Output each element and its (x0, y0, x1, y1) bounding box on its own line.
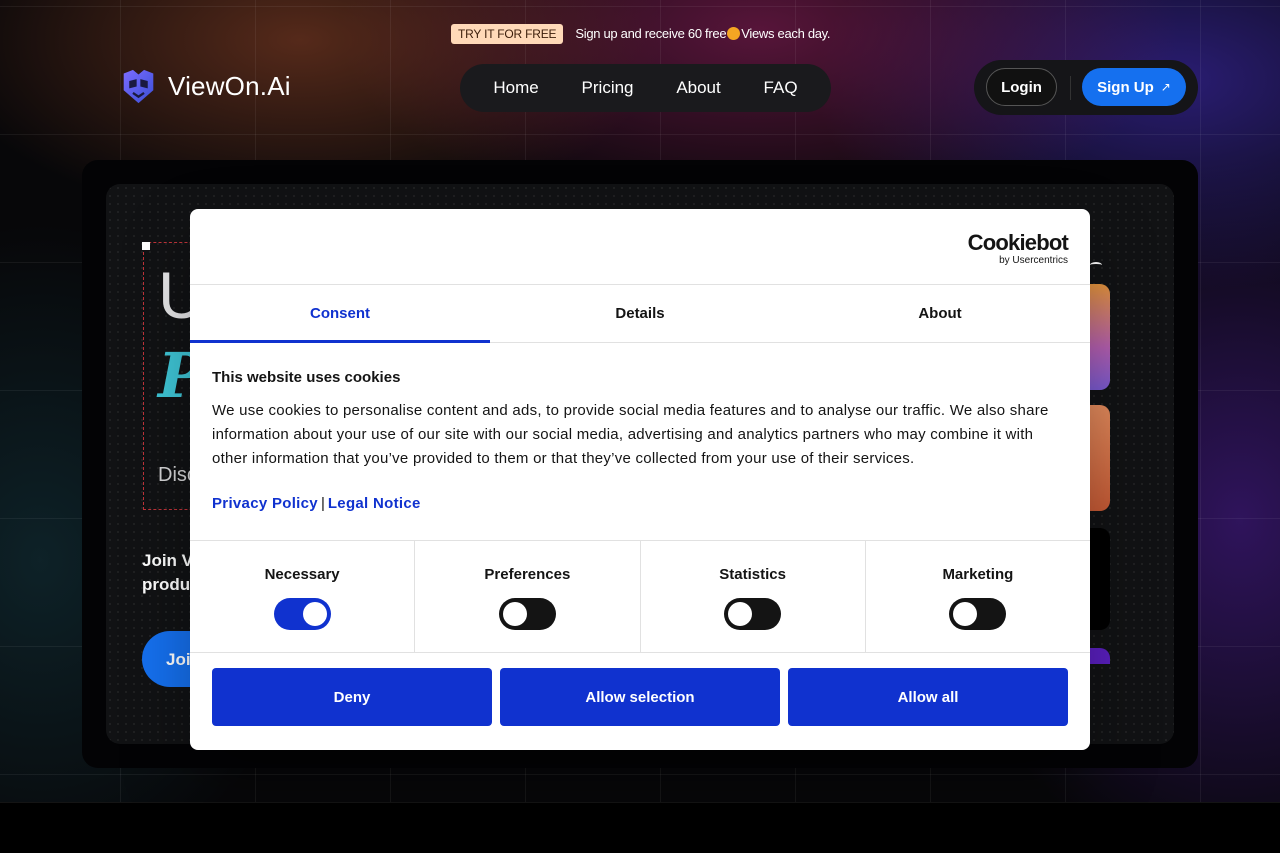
hero-tile-2 (1090, 405, 1110, 511)
necessary-toggle[interactable] (273, 598, 331, 630)
marketing-toggle[interactable] (949, 598, 1007, 630)
cookiebot-logo[interactable]: Cookiebot by Usercentrics (967, 230, 1069, 267)
category-label: Necessary (264, 566, 340, 583)
brand-name: ViewOn.Ai (168, 71, 291, 101)
cookie-tabs: Consent Details About (190, 285, 1090, 343)
promo-text-after: Views each day. (741, 26, 831, 41)
cookiebot-logo-main: Cookiebot (967, 230, 1069, 255)
toggle-knob (728, 602, 753, 626)
category-label: Preferences (484, 566, 571, 583)
deny-button[interactable]: Deny (212, 668, 492, 726)
frame-handle (142, 242, 150, 250)
tab-about[interactable]: About (790, 285, 1090, 342)
legal-notice-link[interactable]: Legal Notice (328, 495, 421, 512)
link-separator: | (320, 495, 325, 512)
coin-icon (727, 27, 741, 40)
privacy-policy-link[interactable]: Privacy Policy (212, 495, 318, 512)
cookie-categories: Necessary Preferences Statistics Marketi… (190, 540, 1090, 653)
promo-text: Sign up and receive 60 free Views each d… (575, 26, 830, 41)
cookie-dialog: Cookiebot by Usercentrics Consent Detail… (190, 209, 1090, 750)
category-marketing: Marketing (866, 541, 1090, 652)
promo-bar: TRY IT FOR FREE Sign up and receive 60 f… (451, 23, 831, 44)
category-preferences: Preferences (415, 541, 641, 652)
nav-pricing[interactable]: Pricing (582, 78, 634, 98)
statistics-toggle[interactable] (724, 598, 782, 630)
signup-button[interactable]: Sign Up ↗ (1082, 68, 1186, 106)
auth-group: Login Sign Up ↗ (974, 60, 1198, 115)
promo-text-before: Sign up and receive 60 free (575, 26, 727, 41)
hero-tile-4 (1090, 648, 1110, 664)
signup-label: Sign Up (1097, 78, 1154, 96)
login-button[interactable]: Login (986, 68, 1057, 106)
tab-consent[interactable]: Consent (190, 285, 490, 343)
viewon-logo-icon (123, 69, 154, 104)
main-nav: Home Pricing About FAQ (460, 64, 831, 112)
footer-band (0, 802, 1280, 853)
auth-divider (1070, 76, 1071, 100)
preferences-toggle[interactable] (498, 598, 556, 630)
category-label: Marketing (942, 566, 1014, 583)
brand-logo[interactable]: ViewOn.Ai (120, 68, 291, 105)
cookie-links: Privacy Policy | Legal Notice (212, 495, 1068, 512)
nav-faq[interactable]: FAQ (764, 78, 798, 98)
category-necessary: Necessary (190, 541, 416, 652)
cookie-dialog-header: Cookiebot by Usercentrics (190, 209, 1090, 285)
cookiebot-logo-sub: by Usercentrics (999, 255, 1068, 266)
cookie-description: We use cookies to personalise content an… (212, 402, 1049, 467)
hero-tile-1 (1090, 284, 1110, 390)
cookie-title: This website uses cookies (212, 369, 401, 386)
cookie-actions: Deny Allow selection Allow all (190, 653, 1090, 726)
nav-about[interactable]: About (676, 78, 720, 98)
promo-badge[interactable]: TRY IT FOR FREE (451, 23, 564, 44)
hero-glint (1090, 262, 1102, 268)
tab-details[interactable]: Details (490, 285, 790, 342)
category-statistics: Statistics (641, 541, 866, 652)
arrow-up-right-icon: ↗ (1160, 80, 1171, 94)
toggle-knob (953, 602, 978, 626)
category-label: Statistics (719, 566, 786, 583)
hero-tile-3 (1090, 528, 1110, 630)
allow-all-button[interactable]: Allow all (788, 668, 1068, 726)
cookie-body: This website uses cookies We use cookies… (190, 343, 1090, 540)
nav-home[interactable]: Home (493, 78, 538, 98)
allow-selection-button[interactable]: Allow selection (500, 668, 780, 726)
toggle-knob (302, 602, 327, 626)
toggle-knob (502, 602, 527, 626)
